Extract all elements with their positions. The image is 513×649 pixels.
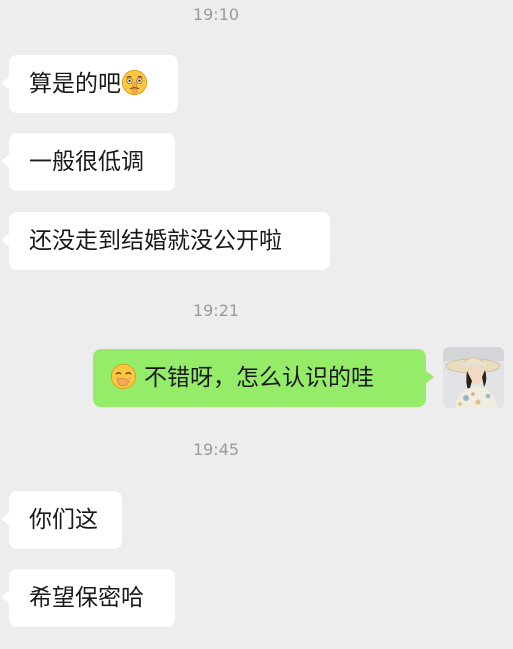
message-bubble-incoming[interactable]: 你们这: [1, 491, 122, 549]
timestamp: 19:21: [192, 301, 240, 320]
user-avatar[interactable]: [443, 347, 504, 408]
message-bubble-incoming[interactable]: 希望保密哈: [1, 569, 175, 627]
message-bubble-incoming[interactable]: 一般很低调: [1, 133, 175, 191]
timestamp: 19:10: [192, 5, 240, 24]
timestamp: 19:45: [192, 440, 240, 459]
message-text: 一般很低调: [29, 149, 144, 175]
hand-over-mouth-emoji: [110, 354, 137, 390]
shushing-face-emoji: [121, 60, 148, 96]
message-bubble-outgoing[interactable]: 不错呀，怎么认识的哇: [93, 349, 434, 407]
message-text: 你们这: [29, 507, 98, 533]
message-text: 算是的吧: [29, 71, 121, 97]
message-bubble-incoming[interactable]: 还没走到结婚就没公开啦: [1, 212, 330, 270]
message-text: 不错呀，怎么认识的哇: [144, 365, 374, 391]
message-bubble-incoming[interactable]: 算是的吧: [1, 55, 178, 113]
message-text: 还没走到结婚就没公开啦: [29, 228, 282, 254]
message-text: 希望保密哈: [29, 585, 144, 611]
